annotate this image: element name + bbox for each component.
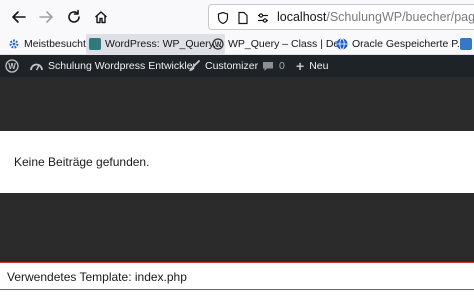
browser-toolbar: localhost/SchulungWP/buecher/page/2/	[0, 0, 474, 34]
bookmark-label: WP_Query – Class | De...	[228, 38, 349, 50]
bookmark-label: Meistbesucht	[24, 38, 86, 50]
bookmark-label: WordPress: WP_Query...	[105, 38, 222, 50]
site-name: Schulung Wordpress Entwickler	[48, 60, 197, 72]
arrow-right-icon	[39, 11, 53, 23]
paintbrush-icon	[189, 60, 200, 71]
wordpress-icon	[89, 38, 101, 50]
address-bar[interactable]: localhost/SchulungWP/buecher/page/2/	[208, 4, 474, 30]
bookmarks-bar: Meistbesucht WordPress: WP_Query... W WP…	[0, 34, 474, 55]
wp-comments-link[interactable]: 0	[262, 55, 285, 77]
no-posts-message: Keine Beiträge gefunden.	[14, 155, 150, 169]
url-host: localhost	[277, 10, 327, 24]
wordpress-icon: W	[212, 38, 224, 50]
new-label: Neu	[309, 60, 329, 72]
svg-text:W: W	[215, 42, 222, 49]
template-info-box: Verwendetes Template: index.php	[0, 262, 474, 290]
url-path: /SchulungWP/buecher/page/2/	[326, 10, 474, 24]
bookmark-favicon-icon	[460, 38, 472, 50]
bookmark-wp-query[interactable]: WordPress: WP_Query...	[86, 34, 225, 54]
page-bottom	[0, 290, 474, 299]
site-footer-band	[0, 193, 474, 262]
dashboard-icon	[30, 63, 43, 71]
back-button[interactable]	[7, 5, 31, 29]
gear-icon	[8, 38, 20, 50]
arrow-left-icon	[12, 11, 26, 23]
page-icon[interactable]	[235, 10, 251, 26]
wp-site-name-menu[interactable]: Schulung Wordpress Entwickler	[30, 55, 196, 77]
comments-count: 0	[279, 60, 285, 72]
wp-logo-menu[interactable]: W	[5, 55, 19, 77]
template-info-text: Verwendetes Template: index.php	[7, 270, 187, 284]
wp-customizer-link[interactable]: Customizer	[188, 55, 258, 77]
home-button[interactable]	[89, 5, 113, 29]
site-header-band	[0, 77, 474, 131]
permissions-icon[interactable]	[255, 10, 271, 26]
customizer-label: Customizer	[205, 60, 259, 72]
reload-button[interactable]	[62, 5, 86, 29]
home-icon	[95, 11, 107, 24]
shield-icon[interactable]	[215, 10, 231, 26]
bookmark-wp-query-class[interactable]: W WP_Query – Class | De...	[212, 34, 348, 54]
bookmark-meistbesucht[interactable]: Meistbesucht	[8, 34, 86, 54]
bookmark-overflow[interactable]	[460, 34, 474, 54]
reload-icon	[68, 9, 80, 23]
forward-button[interactable]	[34, 5, 58, 29]
svg-text:W: W	[8, 62, 16, 71]
plus-icon: +	[296, 58, 305, 74]
bookmark-oracle[interactable]: Oracle Gespeicherte P...	[336, 34, 466, 54]
url-text: localhost/SchulungWP/buecher/page/2/	[277, 10, 474, 24]
wp-new-content-menu[interactable]: + Neu	[296, 55, 328, 77]
bookmark-label: Oracle Gespeicherte P...	[352, 38, 466, 50]
wp-admin-bar: W Schulung Wordpress Entwickler Customiz…	[0, 55, 474, 77]
comment-icon	[263, 61, 273, 71]
globe-icon	[336, 38, 348, 50]
wordpress-logo-icon: W	[5, 59, 19, 73]
